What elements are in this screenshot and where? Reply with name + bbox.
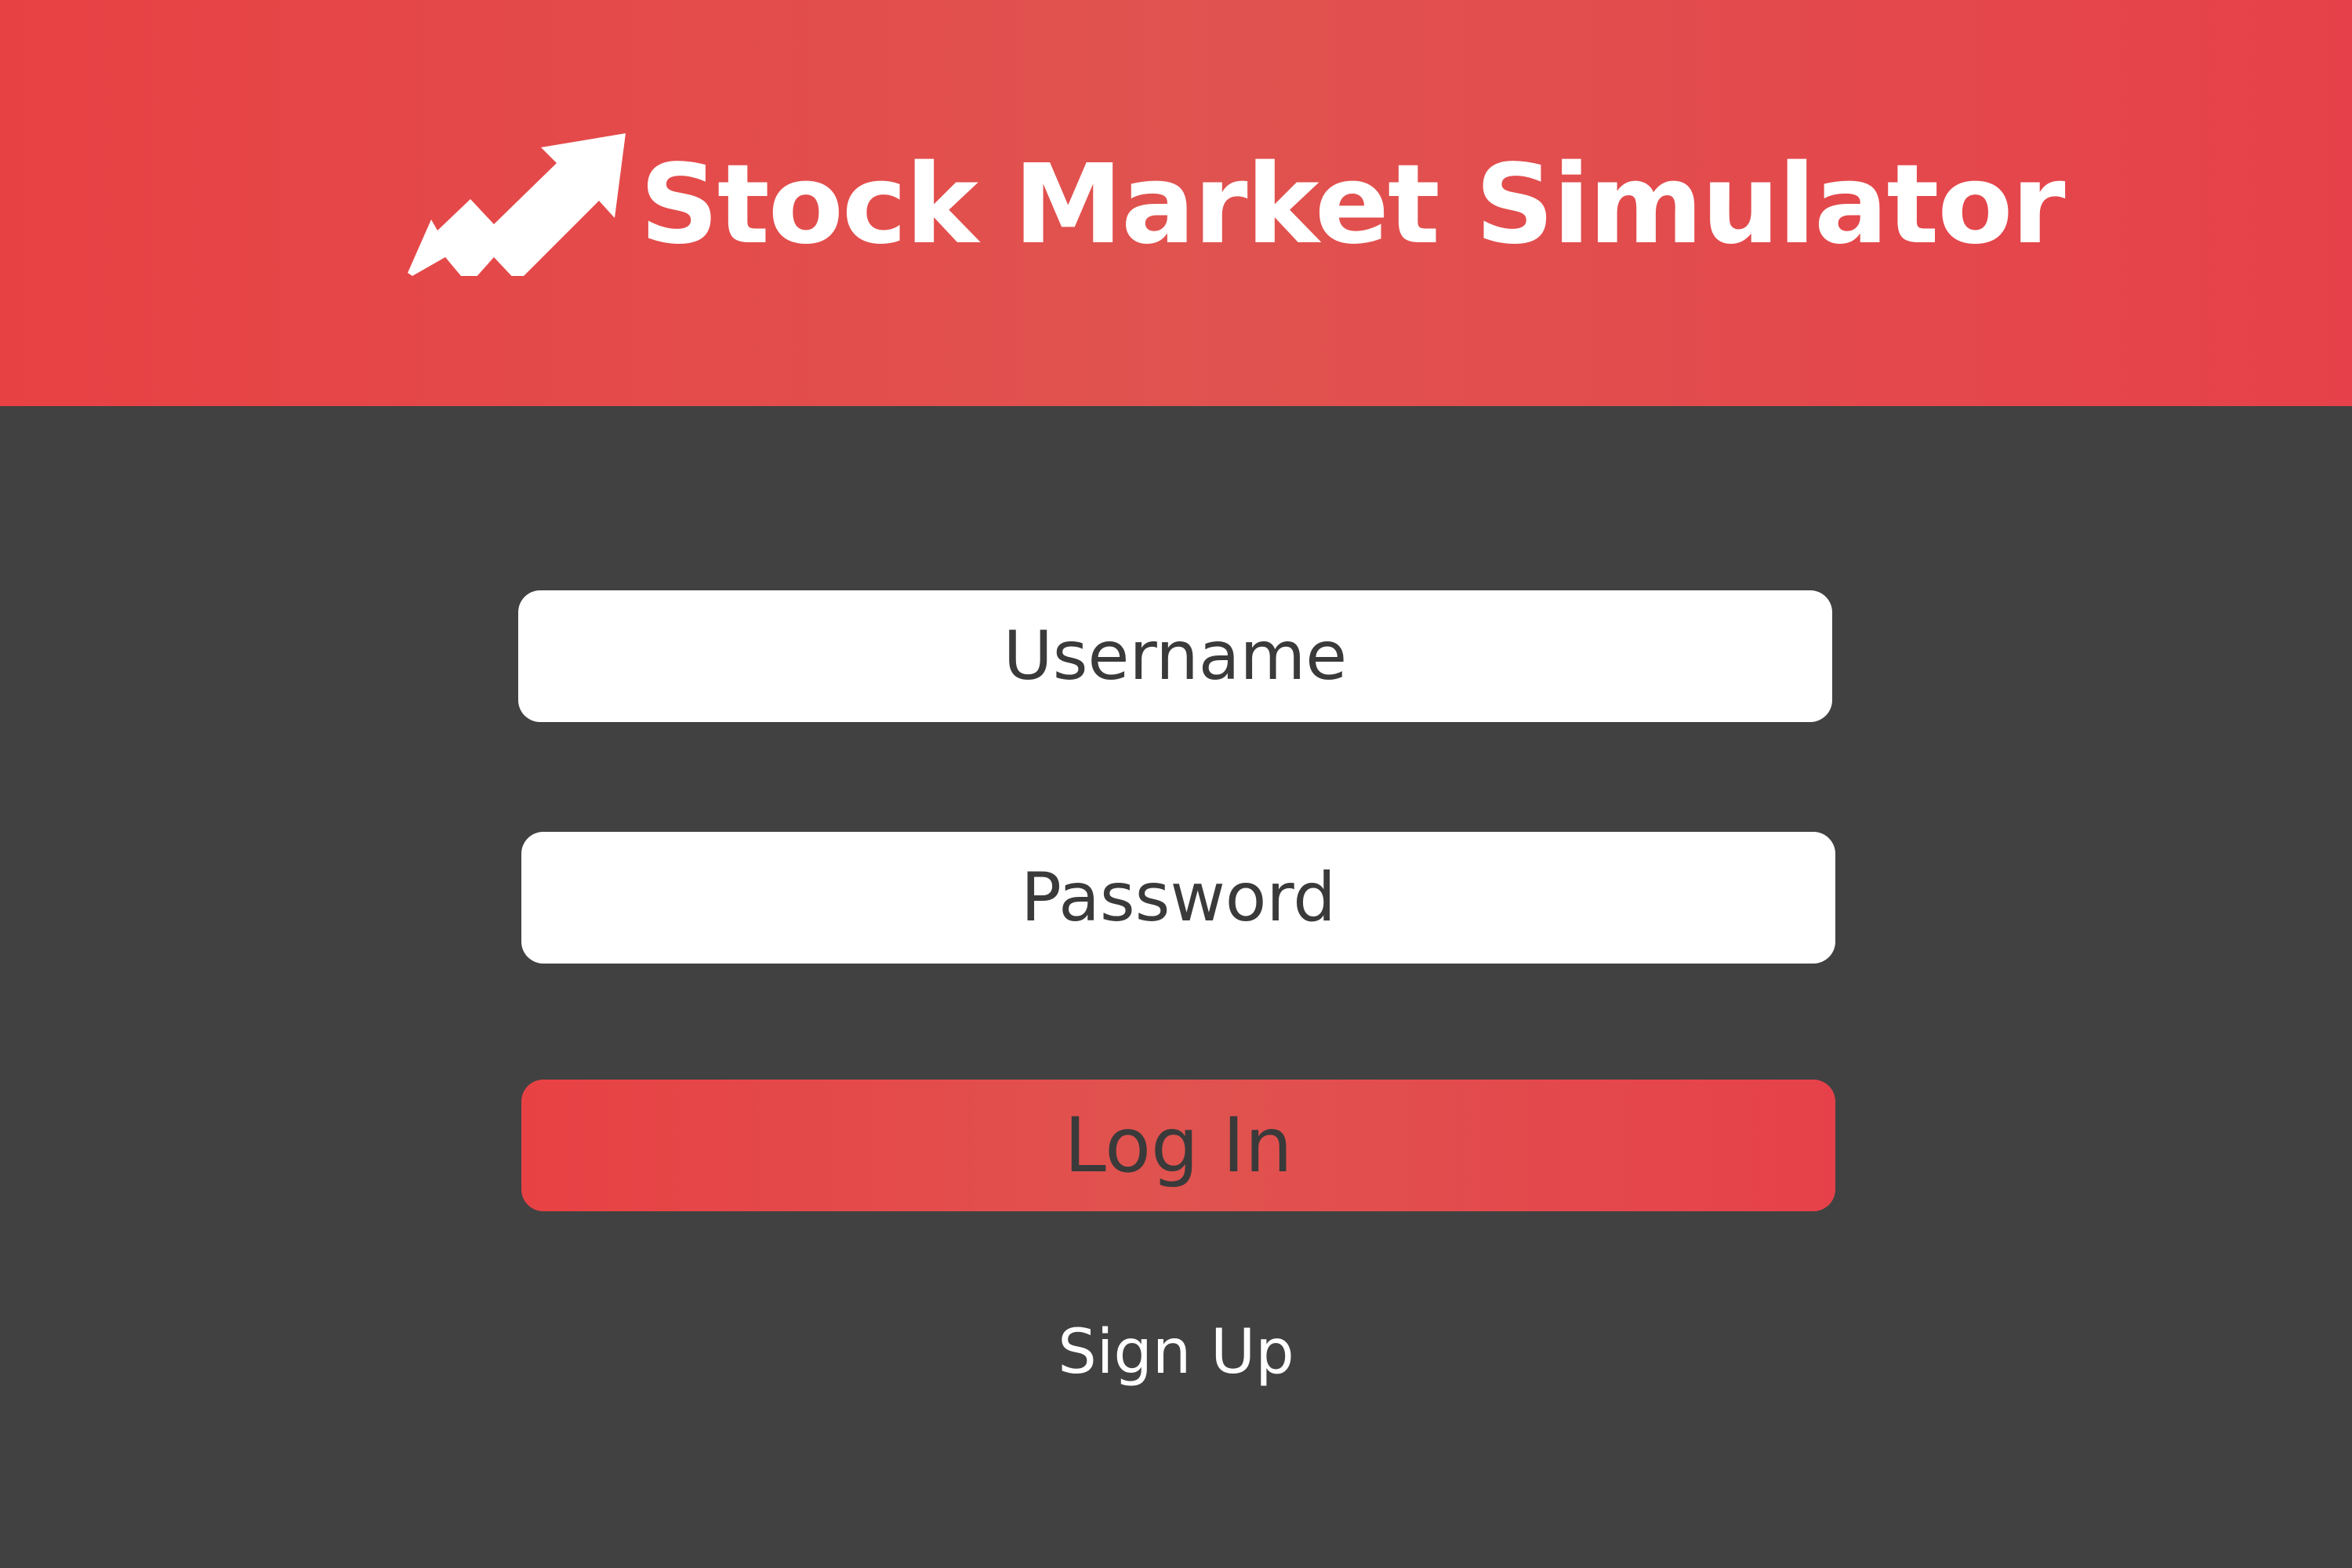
brand: Stock Market Simulator — [0, 0, 2352, 406]
app-header: Stock Market Simulator — [0, 0, 2352, 406]
app-title: Stock Market Simulator — [640, 141, 2066, 269]
login-button[interactable]: Log In — [521, 1080, 1835, 1211]
username-input[interactable] — [518, 590, 1832, 722]
trending-up-arrow-icon — [408, 132, 629, 276]
signup-link[interactable]: Sign Up — [1019, 1309, 1333, 1396]
password-input[interactable] — [521, 832, 1835, 964]
